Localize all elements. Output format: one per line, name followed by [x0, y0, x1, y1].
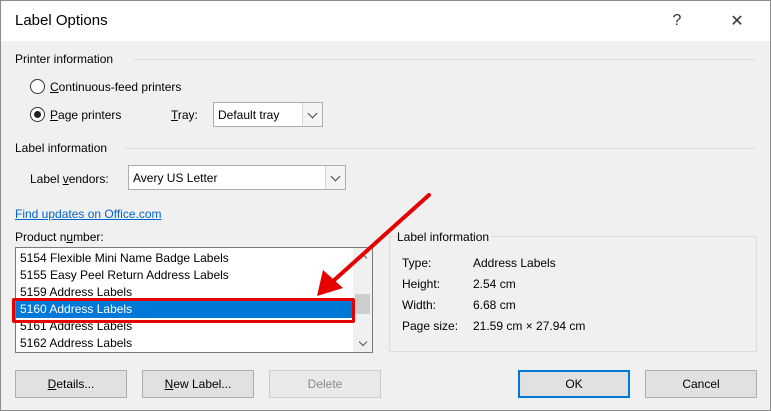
page-printers-label[interactable]: Page printers	[50, 108, 121, 122]
continuous-feed-radio[interactable]	[30, 79, 45, 94]
chevron-down-icon[interactable]	[302, 103, 322, 126]
tray-select[interactable]: Default tray	[213, 102, 323, 127]
printer-information-heading: Printer information	[15, 52, 114, 66]
tray-label: Tray:	[171, 108, 198, 122]
width-value: 6.68 cm	[473, 298, 516, 312]
tray-select-value: Default tray	[218, 108, 280, 122]
delete-button[interactable]: Delete	[269, 370, 381, 398]
label-details-heading: Label information	[397, 230, 492, 244]
height-key: Height:	[402, 277, 441, 291]
find-updates-link[interactable]: Find updates on Office.com	[15, 207, 162, 221]
highlight-annotation-box	[12, 298, 355, 323]
title-bar: Label Options ? ✕	[1, 1, 770, 41]
label-vendors-label: Label vendors:	[30, 172, 109, 186]
label-information-heading: Label information	[15, 141, 108, 155]
label-details-panel	[389, 236, 757, 352]
cancel-button[interactable]: Cancel	[645, 370, 757, 398]
page-size-value: 21.59 cm × 27.94 cm	[473, 319, 586, 333]
details-button[interactable]: Details...	[15, 370, 127, 398]
radio-selected-dot	[34, 111, 41, 118]
scroll-down-icon[interactable]	[353, 335, 372, 352]
label-vendors-value: Avery US Letter	[133, 171, 218, 185]
continuous-feed-label[interactable]: Continuous-feed printers	[50, 80, 181, 94]
section-divider	[134, 59, 756, 60]
ok-button[interactable]: OK	[518, 370, 630, 398]
width-key: Width:	[402, 298, 437, 312]
page-printers-radio[interactable]	[30, 107, 45, 122]
page-size-key: Page size:	[402, 319, 459, 333]
section-divider	[125, 148, 756, 149]
label-options-dialog: Label Options ? ✕ Printer information Co…	[0, 0, 771, 411]
product-number-label: Product number:	[15, 230, 104, 244]
height-value: 2.54 cm	[473, 277, 516, 291]
new-label-button[interactable]: New Label...	[142, 370, 254, 398]
list-item[interactable]: 5162 Address Labels	[16, 335, 352, 352]
help-button[interactable]: ?	[657, 6, 697, 36]
type-key: Type:	[402, 256, 432, 270]
close-button[interactable]: ✕	[717, 6, 757, 36]
type-value: Address Labels	[473, 256, 556, 270]
dialog-title: Label Options	[15, 12, 108, 29]
